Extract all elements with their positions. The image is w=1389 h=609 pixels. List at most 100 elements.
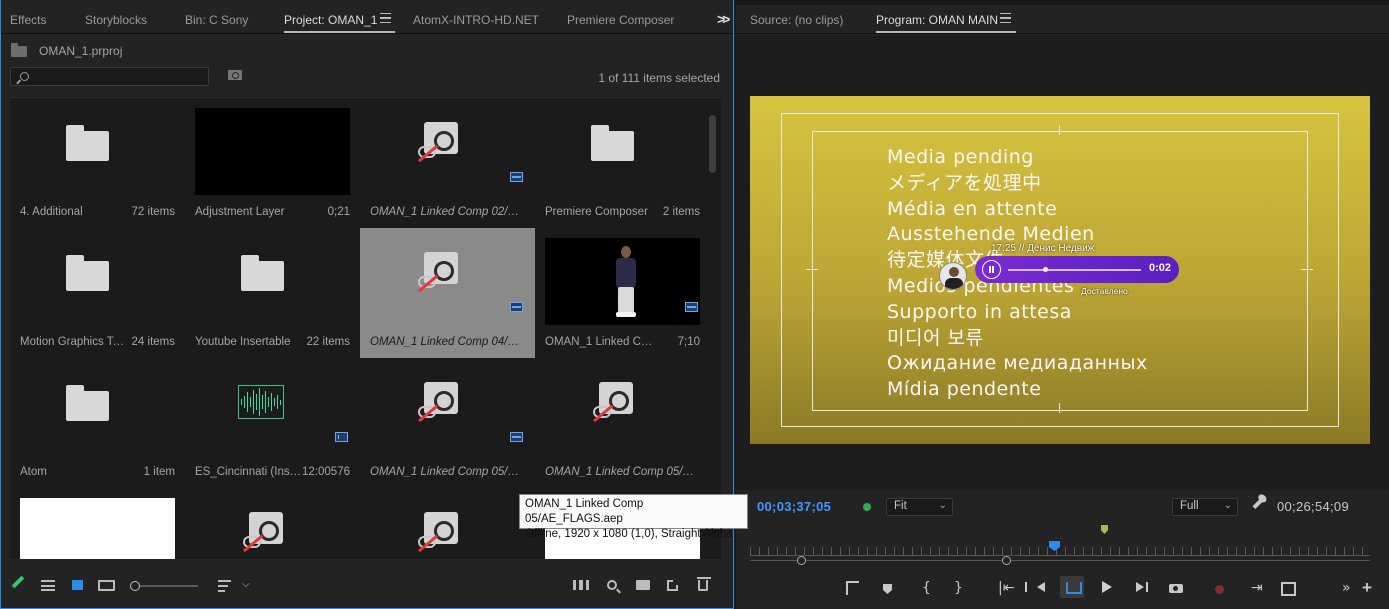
step-back-button[interactable] <box>1025 582 1045 592</box>
playhead-timecode[interactable]: 00;03;37;05 <box>757 499 831 514</box>
grid-item[interactable]: ES_Cincinnati (Instrumental) 12:00576 <box>185 358 360 488</box>
folder-icon <box>241 255 284 291</box>
thumbnail-size-slider[interactable] <box>130 581 198 591</box>
wrench-icon[interactable] <box>1252 496 1265 510</box>
pending-line: 미디어 보류 <box>887 326 984 349</box>
voice-time: 0:02 <box>1149 262 1172 274</box>
find-icon[interactable] <box>607 580 617 590</box>
transport-overflow-icon[interactable]: » <box>1342 580 1351 596</box>
tab-project-oman[interactable]: Project: OMAN_1 <box>284 13 396 33</box>
program-frame[interactable]: Media pending メディアを処理中 Média en attente … <box>750 96 1370 444</box>
list-view-icon[interactable] <box>41 580 55 591</box>
grid-item[interactable]: Adjustment Layer 0;21 <box>185 98 360 228</box>
offline-media-icon <box>418 252 458 294</box>
tab-bin-c-sony[interactable]: Bin: C Sony <box>185 13 248 27</box>
offline-media-icon <box>593 382 633 424</box>
play-button[interactable] <box>1102 581 1112 593</box>
voice-progress-track[interactable] <box>1008 267 1141 272</box>
tab-source[interactable]: Source: (no clips) <box>750 13 843 27</box>
zoom-level-value: Fit <box>894 500 907 512</box>
panel-menu-icon[interactable] <box>380 13 391 23</box>
new-item-icon[interactable] <box>667 580 678 591</box>
pending-line: Media pending <box>887 146 1034 168</box>
chevron-down-icon[interactable]: ⌵ <box>242 579 250 590</box>
loop-button[interactable] <box>1060 576 1084 598</box>
mark-out-button[interactable]: } <box>954 580 963 596</box>
project-scrollbar[interactable] <box>709 115 716 173</box>
grid-item[interactable]: OMAN_1 Linked Comp 05/AE_FLAGS.aep <box>360 358 535 488</box>
duration-timecode: 00;26;54;09 <box>1277 499 1349 514</box>
zoom-level-select[interactable]: Fit ⌄ <box>886 498 953 516</box>
insert-button[interactable]: ⇥ <box>1251 580 1263 596</box>
icon-view-icon[interactable] <box>72 580 83 590</box>
safe-margin-tick <box>1059 403 1060 413</box>
item-name: Premiere Composer <box>545 206 648 218</box>
grid-item[interactable] <box>185 488 360 559</box>
project-bin-icon <box>11 42 27 57</box>
zoom-handle-right[interactable] <box>1002 556 1011 565</box>
grid-item[interactable]: Youtube Insertable 22 items <box>185 228 360 358</box>
grid-item-selected[interactable]: OMAN_1 Linked Comp 04/AE_FLAGS.aep <box>360 228 535 358</box>
tab-premiere-composer[interactable]: Premiere Composer <box>567 13 674 27</box>
tab-program[interactable]: Program: OMAN MAIN <box>876 13 1017 33</box>
safe-margin-tick <box>1059 125 1060 135</box>
write-protect-icon[interactable] <box>11 575 25 589</box>
go-to-in-button[interactable]: |⇤ <box>998 580 1014 596</box>
zoom-scroll-bar[interactable] <box>750 560 1370 561</box>
playback-resolution-select[interactable]: Full ⌄ <box>1172 498 1238 516</box>
item-name: Youtube Insertable <box>195 336 291 348</box>
grid-item[interactable] <box>360 488 535 559</box>
pending-line: メディアを処理中 <box>887 171 1042 194</box>
step-forward-button[interactable] <box>1136 582 1148 592</box>
grid-item[interactable] <box>10 488 185 559</box>
program-monitor-panel: Source: (no clips) Program: OMAN MAIN Me… <box>736 5 1389 609</box>
new-search-bin-icon[interactable] <box>228 70 242 80</box>
freeform-view-icon[interactable] <box>98 580 115 591</box>
button-editor-add-icon[interactable]: + <box>1362 578 1372 598</box>
ruler-baseline <box>750 555 1370 556</box>
item-meta: 24 items <box>131 336 175 348</box>
zoom-handle-left[interactable] <box>797 556 806 565</box>
mark-in-button[interactable]: { <box>922 580 931 596</box>
folder-icon <box>591 125 634 161</box>
tab-effects[interactable]: Effects <box>10 13 46 27</box>
item-meta: 12:00576 <box>302 466 350 478</box>
record-button[interactable] <box>1215 585 1224 594</box>
grid-item[interactable]: 4. Additional 72 items <box>10 98 185 228</box>
search-input[interactable] <box>10 67 209 86</box>
pause-icon[interactable] <box>982 260 1001 279</box>
mark-in-out-button[interactable] <box>846 581 859 595</box>
item-name: OMAN_1 Linked Comp 05/AE_FLAGS.aep <box>545 466 695 478</box>
overwrite-button[interactable] <box>1281 582 1296 596</box>
sort-icon[interactable] <box>218 580 231 592</box>
grid-item[interactable]: Motion Graphics Templates 24 items <box>10 228 185 358</box>
safe-margin-tick <box>1301 269 1313 270</box>
item-meta: 2 items <box>662 206 700 218</box>
sequence-marker[interactable] <box>1101 525 1108 534</box>
trash-icon[interactable] <box>697 577 711 591</box>
tab-atomx[interactable]: AtomX-INTRO-HD.NET <box>413 13 539 27</box>
voice-message-overlay: 17:25 // Денис Недвиж 0:02 Доставлено <box>939 235 1179 301</box>
item-meta: 7;10 <box>677 336 700 348</box>
offline-media-icon <box>418 512 458 554</box>
grid-item[interactable]: Premiere Composer 2 items <box>535 98 710 228</box>
automate-to-sequence-icon[interactable] <box>573 580 589 590</box>
project-toolbar: ⌵ <box>1 568 733 604</box>
time-ruler[interactable] <box>750 543 1370 559</box>
grid-item[interactable]: Atom 1 item <box>10 358 185 488</box>
item-name: Atom <box>20 466 47 478</box>
project-tab-bar: Effects Storyblocks Bin: C Sony Project:… <box>1 6 733 34</box>
add-marker-button[interactable] <box>883 584 892 594</box>
grid-item[interactable]: OMAN_1 Linked Comp 02/AE_FLAGS.aep <box>360 98 535 228</box>
chevron-down-icon: ⌄ <box>938 500 947 511</box>
item-name: OMAN_1 Linked Comp 06 <box>545 336 653 348</box>
tab-storyblocks[interactable]: Storyblocks <box>85 13 147 27</box>
chevron-down-icon: ⌄ <box>1223 500 1232 511</box>
grid-item[interactable]: OMAN_1 Linked Comp 06 7;10 <box>535 228 710 358</box>
tabs-overflow-icon[interactable]: >> <box>717 11 730 27</box>
export-frame-button[interactable] <box>1169 584 1183 593</box>
item-name: ES_Cincinnati (Instrumental) <box>195 466 303 478</box>
new-bin-icon[interactable] <box>636 580 650 590</box>
panel-menu-icon[interactable] <box>1000 13 1011 23</box>
grid-item[interactable]: OMAN_1 Linked Comp 05/AE_FLAGS.aep <box>535 358 710 488</box>
